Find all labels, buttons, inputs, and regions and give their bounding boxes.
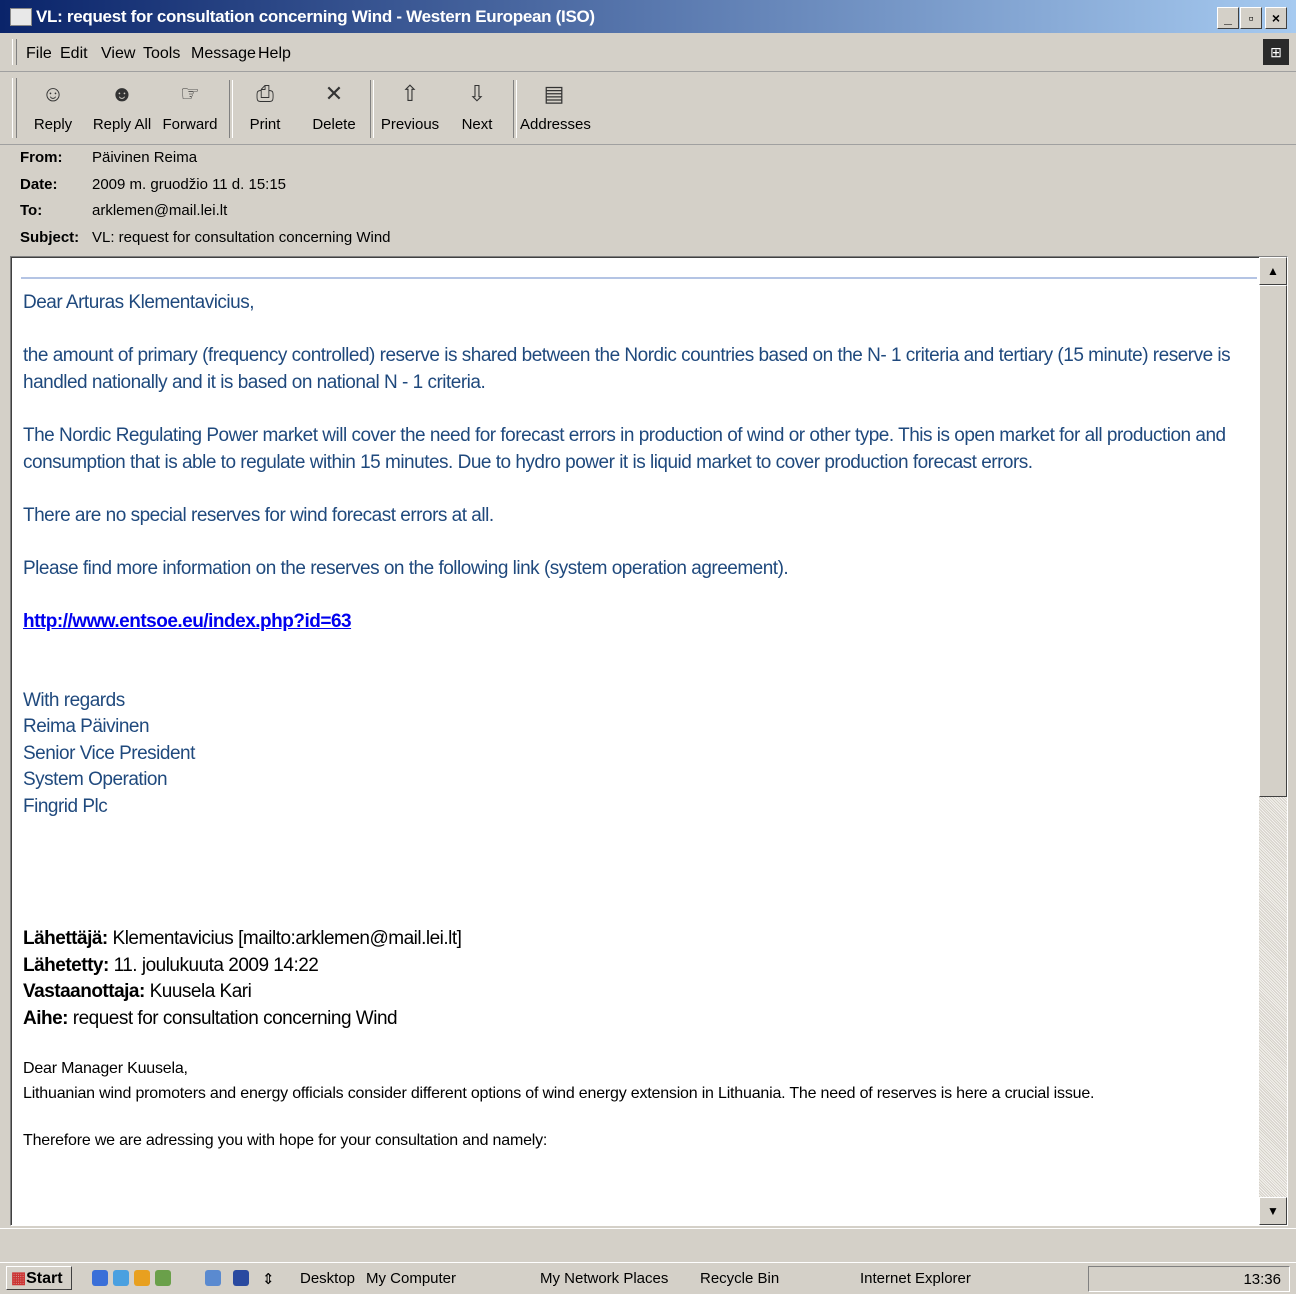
up-arrow-icon: ⇧: [400, 81, 420, 106]
scroll-thumb[interactable]: [1259, 285, 1287, 797]
message-body-frame[interactable]: Dear Arturas Klementavicius, the amount …: [10, 256, 1288, 1226]
toolbar-separator: [513, 80, 517, 138]
windows-flag-icon: ▦: [11, 1270, 27, 1287]
quoted-greeting: Dear Manager Kuusela,: [23, 1060, 188, 1077]
menu-grip[interactable]: [12, 39, 17, 65]
signature-line-1: With regards: [23, 690, 125, 711]
signature-line-5: Fingrid Plc: [23, 796, 108, 817]
paragraph-2: The Nordic Regulating Power market will …: [23, 425, 1226, 473]
link-row: http://www.entsoe.eu/index.php?id=63: [23, 608, 1243, 635]
title-bar: VL: request for consultation concerning …: [0, 0, 1296, 33]
delete-button[interactable]: ✕ Delete: [306, 76, 362, 140]
close-button[interactable]: ×: [1265, 7, 1287, 29]
media-quicklaunch-icon[interactable]: [134, 1270, 150, 1286]
address-book-icon: ▤: [543, 81, 565, 106]
date-value: 2009 m. gruodžio 11 d. 15:15: [92, 176, 287, 193]
print-button[interactable]: ⎙ Print: [240, 76, 290, 140]
clock[interactable]: 13:36: [1243, 1271, 1281, 1288]
forward-sent: Lähetetty: 11. joulukuuta 2009 14:22: [23, 955, 319, 976]
taskbar-arrows-icon[interactable]: ⇕: [262, 1270, 275, 1288]
paragraph-3: There are no special reserves for wind f…: [23, 505, 494, 526]
menu-edit[interactable]: Edit: [60, 45, 88, 63]
subject-value: VL: request for consultation concerning …: [92, 229, 391, 246]
desktop-quicklaunch-icon[interactable]: [155, 1270, 171, 1286]
paragraph-1: the amount of primary (frequency control…: [23, 345, 1231, 393]
reply-all-button[interactable]: ☻ Reply All: [90, 76, 154, 140]
taskbar-internet-explorer[interactable]: Internet Explorer: [860, 1270, 971, 1287]
signature-line-2: Reima Päivinen: [23, 716, 150, 737]
toolbar-separator: [229, 80, 233, 138]
message-body: Dear Arturas Klementavicius, the amount …: [11, 257, 1257, 1225]
ie-quicklaunch-icon[interactable]: [92, 1270, 108, 1286]
status-bar: [0, 1228, 1296, 1261]
vertical-scrollbar[interactable]: ▲ ▼: [1259, 257, 1287, 1225]
menu-tools[interactable]: Tools: [143, 45, 180, 63]
quoted-paragraph-1: Lithuanian wind promoters and energy off…: [23, 1085, 1095, 1102]
print-icon: ⎙: [256, 81, 274, 106]
quoted-paragraph-2: Therefore we are adressing you with hope…: [23, 1132, 548, 1149]
entsoe-link[interactable]: http://www.entsoe.eu/index.php?id=63: [23, 611, 352, 632]
message-header: From: Päivinen Reima Date: 2009 m. gruod…: [20, 149, 391, 246]
outlook-quicklaunch-icon[interactable]: [113, 1270, 129, 1286]
forward-from: Lähettäjä: Klementavicius [mailto:arklem…: [23, 928, 462, 949]
paragraph-4: Please find more information on the rese…: [23, 558, 789, 579]
next-button[interactable]: ⇩ Next: [455, 76, 499, 140]
toolbar-separator: [370, 80, 374, 138]
taskbar-desktop[interactable]: Desktop: [300, 1270, 355, 1287]
menu-help[interactable]: Help: [258, 45, 291, 63]
greeting: Dear Arturas Klementavicius,: [23, 292, 255, 313]
taskbar: ▦Start ⇕ Desktop My Computer My Network …: [0, 1262, 1296, 1294]
reply-all-icon: ☻: [110, 81, 134, 106]
taskbar-my-computer[interactable]: My Computer: [366, 1270, 456, 1287]
signature-line-4: System Operation: [23, 769, 168, 790]
minimize-button[interactable]: _: [1217, 7, 1239, 29]
forward-icon: ☞: [180, 81, 200, 106]
window-title: VL: request for consultation concerning …: [36, 7, 595, 26]
scroll-up-button[interactable]: ▲: [1259, 257, 1287, 285]
delete-icon: ✕: [324, 81, 344, 106]
menu-file[interactable]: File: [26, 45, 52, 63]
reply-icon: ☺: [41, 81, 65, 106]
previous-button[interactable]: ⇧ Previous: [378, 76, 442, 140]
menu-message[interactable]: Message: [191, 45, 256, 63]
signature-line-3: Senior Vice President: [23, 743, 195, 764]
forward-subject: Aihe: request for consultation concernin…: [23, 1008, 398, 1029]
down-arrow-icon: ⇩: [467, 81, 487, 106]
toolbar: ☺ Reply ☻ Reply All ☞ Forward ⎙ Print ✕ …: [0, 72, 1296, 145]
windows-logo-icon: ⊞: [1263, 39, 1289, 65]
menu-bar: File Edit View Tools Message Help ⊞: [0, 33, 1296, 72]
forward-to: Vastaanottaja: Kuusela Kari: [23, 981, 252, 1002]
addresses-button[interactable]: ▤ Addresses: [520, 76, 591, 140]
reply-button[interactable]: ☺ Reply: [28, 76, 78, 140]
to-value[interactable]: arklemen@mail.lei.lt: [92, 202, 227, 219]
body-divider: [21, 277, 1257, 279]
forward-button[interactable]: ☞ Forward: [160, 76, 220, 140]
taskbar-recycle-bin[interactable]: Recycle Bin: [700, 1270, 779, 1287]
system-tray: 13:36: [1088, 1266, 1290, 1292]
outlook-task-icon[interactable]: [205, 1270, 221, 1286]
from-value[interactable]: Päivinen Reima: [92, 149, 197, 166]
menu-view[interactable]: View: [101, 45, 135, 63]
taskbar-my-network-places[interactable]: My Network Places: [540, 1270, 668, 1287]
scroll-down-button[interactable]: ▼: [1259, 1197, 1287, 1225]
maximize-button[interactable]: ▫: [1240, 7, 1262, 29]
word-task-icon[interactable]: [233, 1270, 249, 1286]
toolbar-grip[interactable]: [12, 78, 17, 138]
start-button[interactable]: ▦Start: [6, 1266, 72, 1290]
message-icon: [10, 8, 32, 26]
